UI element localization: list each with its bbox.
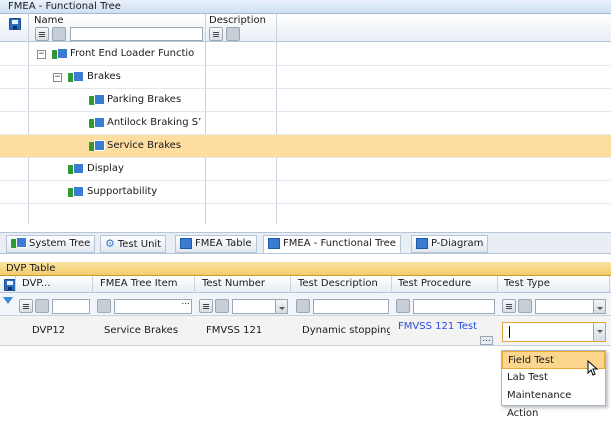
tab-fmea-functional-tree[interactable]: FMEA - Functional Tree [263, 235, 401, 253]
tree-row-label: Display [87, 163, 124, 174]
tree-row-label: Brakes [87, 71, 121, 82]
tab-label: Test Unit [117, 239, 162, 250]
test-number-filter-clear-button[interactable] [215, 299, 229, 313]
table-icon [180, 237, 192, 249]
cell-dvp[interactable]: DVP12 [28, 316, 90, 346]
dvp-table-title: DVP Table [0, 262, 611, 276]
function-node-icon [68, 71, 84, 84]
tree-item-filter-clear-button[interactable] [97, 299, 111, 313]
tree-row[interactable]: Supportability [0, 181, 611, 204]
gear-icon: ⚙ [105, 237, 115, 250]
cell-fmea-tree-item[interactable]: Service Brakes [98, 316, 192, 346]
test-procedure-filter-clear-button[interactable] [396, 299, 410, 313]
tree-row[interactable]: Display [0, 158, 611, 181]
tab-label: FMEA - Functional Tree [283, 238, 396, 249]
test-number-filter-input[interactable] [232, 299, 288, 314]
description-filter-options-button[interactable] [209, 27, 223, 41]
column-header-name[interactable]: Name [34, 15, 64, 26]
tree-row-selected[interactable]: Service Brakes [0, 135, 611, 158]
tree-row[interactable]: − Brakes [0, 66, 611, 89]
table-icon [416, 237, 428, 249]
tree-row-label: Antilock Braking S’ [107, 117, 202, 128]
function-node-icon [89, 140, 105, 153]
tree-row-label: Service Brakes [107, 140, 182, 151]
tree-row[interactable]: Antilock Braking S’ [0, 112, 611, 135]
test-type-filter-clear-button[interactable] [518, 299, 532, 313]
cell-test-procedure[interactable]: FMVSS 121 Test Pr [394, 320, 478, 342]
tree-empty-area [0, 204, 611, 225]
column-header-fmea-tree-item[interactable]: FMEA Tree Item [96, 276, 192, 292]
column-header-test-description[interactable]: Test Description [294, 276, 390, 292]
tab-label: FMEA Table [195, 238, 252, 249]
test-type-dropdown-list: Field Test Lab Test Maintenance Action [501, 350, 606, 419]
table-icon [268, 237, 280, 249]
collapse-icon[interactable]: − [37, 50, 46, 59]
column-header-description[interactable]: Description [209, 15, 266, 26]
ellipsis-button[interactable]: ... [181, 297, 190, 307]
function-node-icon [89, 117, 105, 130]
column-header-dvp[interactable]: DVP... [18, 276, 90, 292]
filter-icon[interactable] [3, 297, 13, 304]
tab-system-tree[interactable]: System Tree [6, 235, 96, 253]
mouse-pointer-icon [587, 360, 599, 376]
tree-item-filter-input[interactable]: ... [114, 297, 192, 314]
tree-icon [11, 237, 27, 249]
test-number-filter-options-button[interactable] [199, 299, 213, 313]
description-filter-clear-button[interactable] [226, 27, 240, 41]
tree-row[interactable]: Parking Brakes [0, 89, 611, 112]
test-type-filter-options-button[interactable] [502, 299, 516, 313]
functional-tree-title: FMEA - Functional Tree [0, 0, 611, 14]
dvp-filter-input[interactable] [52, 299, 90, 314]
tab-label: System Tree [29, 238, 91, 249]
functional-tree-grid: Name Description − Front End Loader Func… [0, 14, 611, 225]
dvp-filter-options-button[interactable] [19, 299, 33, 313]
dropdown-option-maintenance-action[interactable]: Maintenance Action [502, 387, 605, 419]
text-cursor [509, 326, 510, 338]
test-type-combo[interactable] [502, 322, 606, 342]
test-description-filter-input[interactable] [313, 299, 389, 314]
tree-row[interactable]: − Front End Loader Functio [0, 43, 611, 66]
function-node-icon [68, 163, 84, 176]
tree-row-label: Parking Brakes [107, 94, 182, 105]
test-procedure-ellipsis-button[interactable]: ... [480, 335, 493, 345]
function-node-icon [52, 48, 68, 61]
tab-label: P-Diagram [431, 238, 484, 249]
tab-test-unit[interactable]: ⚙ Test Unit [100, 235, 167, 253]
cell-test-description[interactable]: Dynamic stopping [296, 316, 390, 346]
tree-row-label: Supportability [87, 186, 158, 197]
dvp-filter-clear-button[interactable] [35, 299, 49, 313]
save-icon[interactable] [9, 18, 21, 30]
column-header-test-number[interactable]: Test Number [198, 276, 288, 292]
column-header-test-type[interactable]: Test Type [500, 276, 606, 292]
tab-bar: System Tree ⚙ Test Unit FMEA Table FMEA -… [0, 232, 611, 254]
name-filter-clear-button[interactable] [52, 27, 66, 41]
test-type-dropdown-button[interactable] [593, 323, 605, 341]
collapse-icon[interactable]: − [53, 73, 62, 82]
tab-fmea-table[interactable]: FMEA Table [175, 235, 257, 253]
test-procedure-filter-input[interactable] [413, 299, 495, 314]
tab-p-diagram[interactable]: P-Diagram [411, 235, 489, 253]
cell-test-number[interactable]: FMVSS 121 [200, 316, 288, 346]
function-node-icon [89, 94, 105, 107]
column-header-test-procedure[interactable]: Test Procedure [394, 276, 494, 292]
tree-header: Name Description [0, 14, 611, 42]
name-filter-options-button[interactable] [35, 27, 49, 41]
test-type-filter-input[interactable] [535, 299, 606, 314]
tree-row-label: Front End Loader Functio [70, 48, 195, 59]
test-description-filter-clear-button[interactable] [296, 299, 310, 313]
function-node-icon [68, 186, 84, 199]
name-filter-input[interactable] [70, 27, 203, 41]
